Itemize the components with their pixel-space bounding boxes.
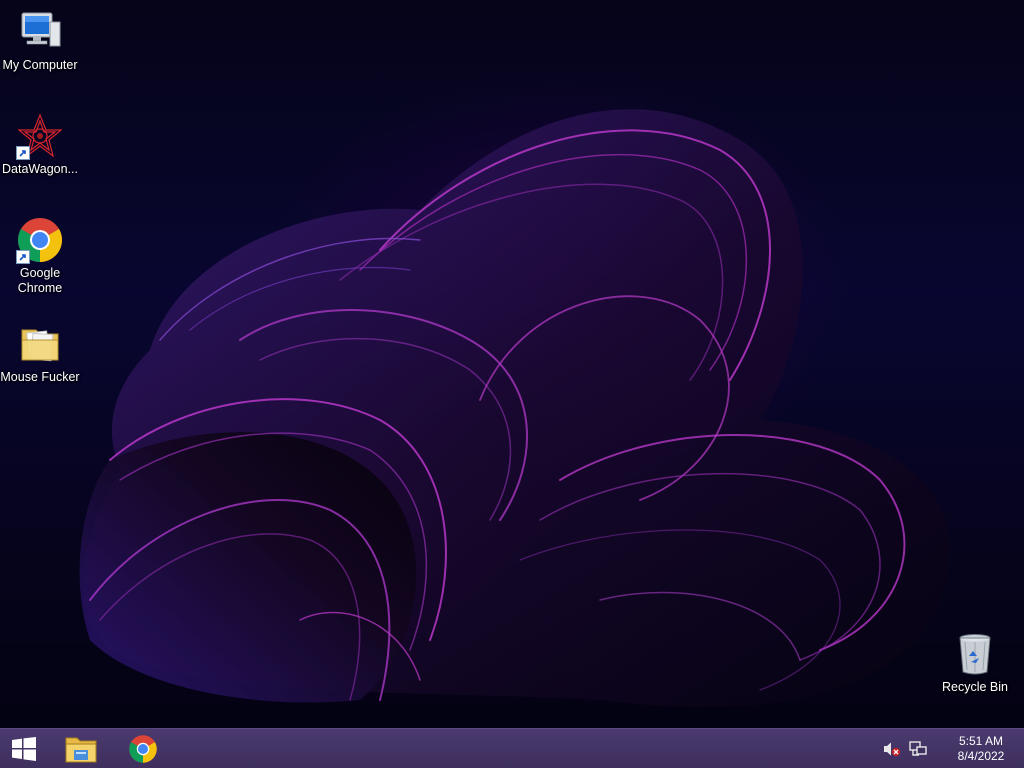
network-icon[interactable]: [908, 739, 928, 759]
taskbar-file-explorer-button[interactable]: [57, 729, 105, 768]
desktop-icon-label: DataWagon...: [2, 162, 78, 176]
desktop-icon-label: Mouse Fucker: [0, 370, 80, 384]
chrome-icon: [129, 734, 157, 763]
clock-date: 8/4/2022: [957, 748, 1005, 763]
desktop-icon-my-computer[interactable]: My Computer: [0, 8, 80, 73]
desktop-icon-recycle-bin[interactable]: Recycle Bin: [935, 630, 1015, 695]
desktop-icon-label: My Computer: [2, 58, 78, 72]
desktop[interactable]: My Computer DataWagon... Google Chrome M…: [0, 0, 1024, 728]
desktop-icon-datawagon[interactable]: DataWagon...: [0, 112, 80, 177]
desktop-icon-label: Recycle Bin: [942, 680, 1008, 694]
file-explorer-icon: [65, 737, 97, 762]
system-tray: 5:51 AM 8/4/2022: [882, 729, 1024, 768]
clock-time: 5:51 AM: [958, 733, 1004, 748]
folder-icon: [21, 329, 59, 362]
taskbar-chrome-button[interactable]: [119, 729, 167, 768]
taskbar-clock[interactable]: 5:51 AM 8/4/2022: [946, 734, 1016, 764]
start-windows-icon: [12, 736, 36, 761]
recycle-bin-icon: [959, 634, 991, 675]
volume-muted-icon[interactable]: [882, 739, 902, 759]
desktop-icon-label: Google Chrome: [17, 266, 63, 295]
wallpaper-bloom: [79, 109, 951, 707]
taskbar: 5:51 AM 8/4/2022: [0, 728, 1024, 768]
desktop-icon-google-chrome[interactable]: Google Chrome: [0, 216, 80, 296]
computer-icon: [21, 12, 61, 47]
start-button[interactable]: [0, 729, 48, 768]
shortcut-arrow-icon: [16, 250, 30, 264]
desktop-icon-mouse-folder[interactable]: Mouse Fucker: [0, 320, 80, 385]
shortcut-arrow-icon: [16, 146, 30, 160]
